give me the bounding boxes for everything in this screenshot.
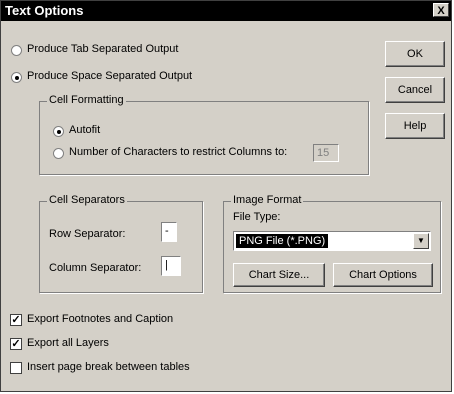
- num-chars-label: Number of Characters to restrict Columns…: [69, 146, 288, 158]
- num-chars-input[interactable]: 15: [313, 144, 339, 162]
- window-title: Text Options: [5, 3, 84, 18]
- file-type-value: PNG File (*.PNG): [236, 234, 329, 248]
- num-chars-radio[interactable]: [53, 148, 64, 159]
- page-break-checkbox[interactable]: [10, 362, 22, 374]
- tab-output-label: Produce Tab Separated Output: [27, 43, 179, 55]
- file-type-select[interactable]: PNG File (*.PNG) ▼: [233, 231, 431, 251]
- close-button[interactable]: X: [433, 3, 449, 17]
- space-output-label: Produce Space Separated Output: [27, 70, 193, 82]
- title-bar[interactable]: Text Options X: [1, 1, 451, 21]
- export-layers-label: Export all Layers: [27, 337, 109, 349]
- row-separator-input[interactable]: -: [161, 222, 177, 242]
- export-layers-checkbox[interactable]: ✓: [10, 338, 22, 350]
- column-separator-label: Column Separator:: [49, 262, 142, 274]
- image-format-legend: Image Format: [231, 194, 304, 206]
- file-type-label: File Type:: [233, 211, 281, 223]
- cell-separators-legend: Cell Separators: [47, 194, 127, 206]
- space-output-radio[interactable]: [11, 72, 22, 83]
- page-break-label: Insert page break between tables: [27, 361, 190, 373]
- chart-size-button[interactable]: Chart Size...: [233, 263, 325, 287]
- cell-formatting-legend: Cell Formatting: [47, 94, 126, 106]
- tab-output-radio[interactable]: [11, 45, 22, 56]
- autofit-radio[interactable]: [53, 126, 64, 137]
- export-footnotes-checkbox[interactable]: ✓: [10, 314, 22, 326]
- autofit-label: Autofit: [69, 124, 101, 136]
- cell-formatting-group: [39, 101, 369, 175]
- chart-options-button[interactable]: Chart Options: [333, 263, 433, 287]
- ok-button[interactable]: OK: [385, 41, 445, 67]
- row-separator-label: Row Separator:: [49, 228, 126, 240]
- cell-separators-group: [39, 201, 203, 293]
- column-separator-input[interactable]: |: [161, 256, 181, 276]
- help-button[interactable]: Help: [385, 113, 445, 139]
- cancel-button[interactable]: Cancel: [385, 77, 445, 103]
- text-options-dialog: Text Options X Produce Tab Separated Out…: [0, 0, 452, 392]
- export-footnotes-label: Export Footnotes and Caption: [27, 313, 174, 325]
- chevron-down-icon[interactable]: ▼: [413, 233, 429, 249]
